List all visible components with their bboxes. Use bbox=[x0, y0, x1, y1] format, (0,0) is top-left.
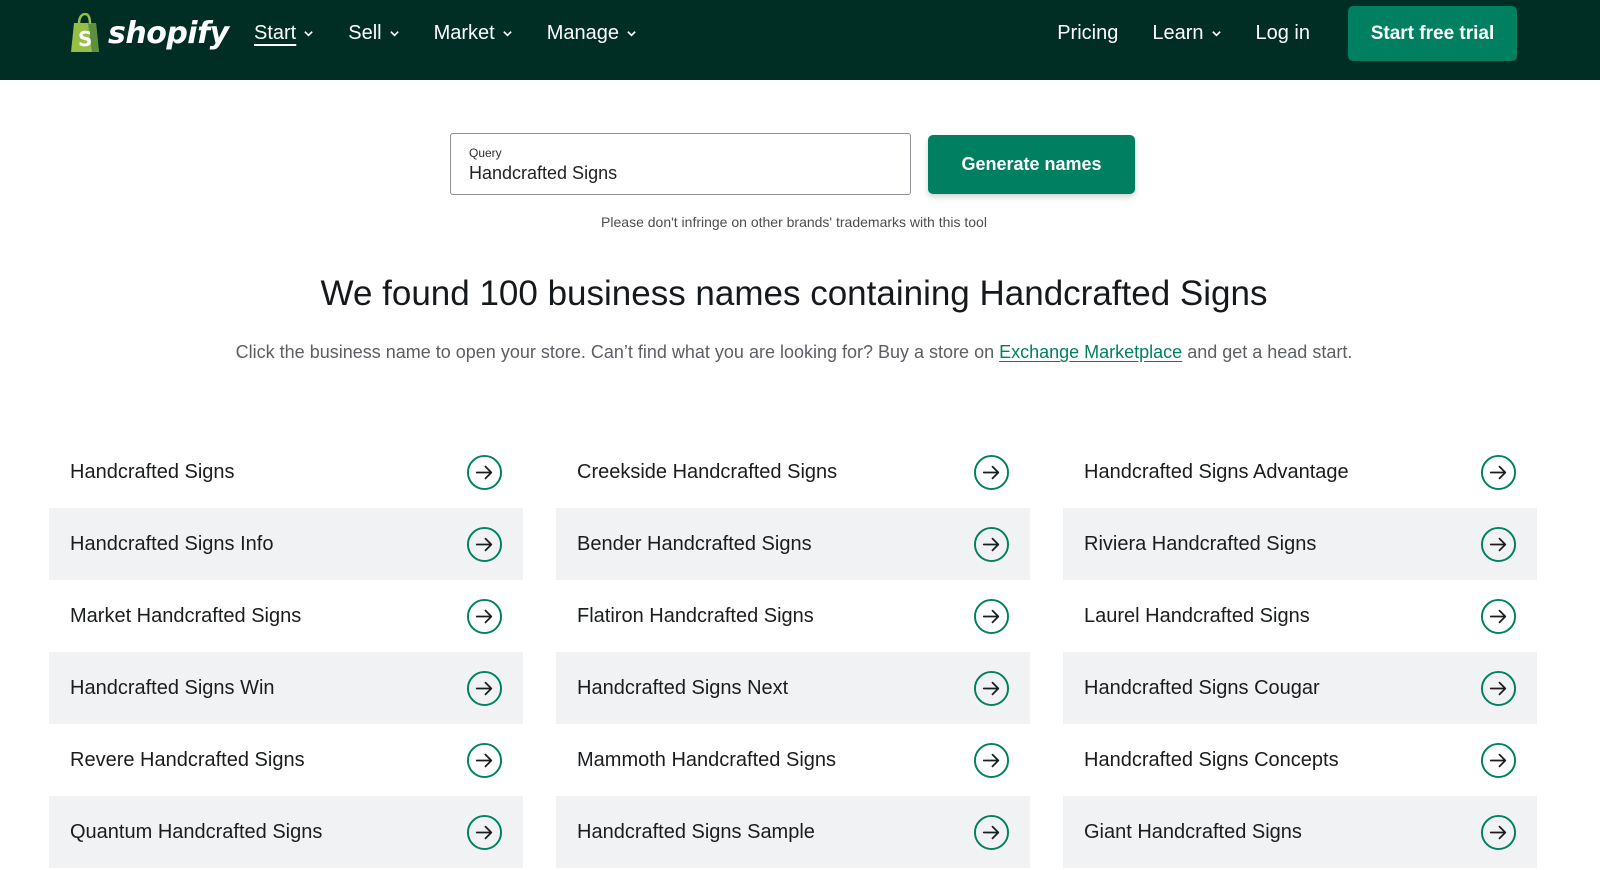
svg-text:S: S bbox=[78, 27, 92, 51]
primary-nav: Start Sell Market Manage bbox=[254, 0, 637, 66]
arrow-right-circle-icon bbox=[466, 670, 503, 706]
results-subline: Click the business name to open your sto… bbox=[0, 342, 1588, 363]
nav-start-label: Start bbox=[254, 21, 297, 44]
list-item[interactable]: Mammoth Handcrafted Signs bbox=[556, 724, 1030, 796]
list-item[interactable]: Handcrafted Signs Advantage bbox=[1063, 436, 1537, 508]
arrow-right-circle-icon bbox=[466, 814, 503, 850]
list-item[interactable]: Giant Handcrafted Signs bbox=[1063, 796, 1537, 868]
nav-sell[interactable]: Sell bbox=[348, 22, 399, 45]
arrow-right-circle-icon bbox=[973, 814, 1010, 850]
business-name: Giant Handcrafted Signs bbox=[1084, 820, 1302, 843]
business-name: Handcrafted Signs Concepts bbox=[1084, 748, 1339, 771]
nav-learn-label: Learn bbox=[1152, 21, 1204, 44]
list-item[interactable]: Market Handcrafted Signs bbox=[49, 580, 523, 652]
list-item[interactable]: Laurel Handcrafted Signs bbox=[1063, 580, 1537, 652]
list-item[interactable]: Handcrafted Signs bbox=[49, 436, 523, 508]
nav-start[interactable]: Start bbox=[254, 22, 314, 45]
arrow-right-circle-icon bbox=[1480, 742, 1517, 778]
arrow-right-circle-icon bbox=[1480, 814, 1517, 850]
shopping-bag-icon: S bbox=[71, 13, 99, 52]
start-free-trial-button[interactable]: Start free trial bbox=[1348, 6, 1517, 61]
list-item[interactable]: Handcrafted Signs Cougar bbox=[1063, 652, 1537, 724]
business-name: Mammoth Handcrafted Signs bbox=[577, 748, 837, 771]
arrow-right-circle-icon bbox=[1480, 670, 1517, 706]
business-name: Handcrafted Signs Sample bbox=[577, 820, 815, 843]
results-grid: Handcrafted Signs Creekside Handcrafted … bbox=[49, 436, 1538, 868]
query-field[interactable]: Query bbox=[450, 133, 911, 195]
business-name: Riviera Handcrafted Signs bbox=[1084, 532, 1317, 555]
nav-market-label: Market bbox=[433, 21, 495, 44]
list-item[interactable]: Handcrafted Signs Concepts bbox=[1063, 724, 1537, 796]
subline-text-before: Click the business name to open your sto… bbox=[235, 342, 1000, 362]
nav-pricing[interactable]: Pricing bbox=[1057, 22, 1118, 45]
arrow-right-circle-icon bbox=[973, 670, 1010, 706]
arrow-right-circle-icon bbox=[973, 598, 1010, 634]
list-item[interactable]: Quantum Handcrafted Signs bbox=[49, 796, 523, 868]
list-item[interactable]: Handcrafted Signs Win bbox=[49, 652, 523, 724]
logo-wordmark: shopify bbox=[108, 15, 229, 51]
secondary-nav: Pricing Learn Log in bbox=[1057, 0, 1310, 66]
list-item[interactable]: Bender Handcrafted Signs bbox=[556, 508, 1030, 580]
business-name: Handcrafted Signs Next bbox=[577, 676, 789, 699]
nav-login[interactable]: Log in bbox=[1256, 22, 1311, 45]
business-name: Bender Handcrafted Signs bbox=[577, 532, 812, 555]
results-headline: We found 100 business names containing H… bbox=[320, 274, 1268, 313]
subline-text-after: and get a head start. bbox=[1182, 342, 1353, 362]
nav-learn[interactable]: Learn bbox=[1152, 22, 1221, 45]
list-item[interactable]: Handcrafted Signs Info bbox=[49, 508, 523, 580]
business-name: Handcrafted Signs Win bbox=[70, 676, 275, 699]
business-name: Flatiron Handcrafted Signs bbox=[577, 604, 814, 627]
business-name: Handcrafted Signs Info bbox=[70, 532, 274, 555]
arrow-right-circle-icon bbox=[973, 454, 1010, 490]
list-item[interactable]: Creekside Handcrafted Signs bbox=[556, 436, 1030, 508]
business-name: Revere Handcrafted Signs bbox=[70, 748, 305, 771]
arrow-right-circle-icon bbox=[466, 598, 503, 634]
chevron-down-icon bbox=[627, 30, 636, 37]
arrow-right-circle-icon bbox=[466, 454, 503, 490]
arrow-right-circle-icon bbox=[973, 526, 1010, 562]
list-item[interactable]: Revere Handcrafted Signs bbox=[49, 724, 523, 796]
business-name: Quantum Handcrafted Signs bbox=[70, 820, 323, 843]
business-name: Handcrafted Signs bbox=[70, 460, 235, 483]
list-item[interactable]: Handcrafted Signs Sample bbox=[556, 796, 1030, 868]
exchange-marketplace-link[interactable]: Exchange Marketplace bbox=[999, 342, 1182, 362]
arrow-right-circle-icon bbox=[1480, 526, 1517, 562]
list-item[interactable]: Riviera Handcrafted Signs bbox=[1063, 508, 1537, 580]
arrow-right-circle-icon bbox=[1480, 454, 1517, 490]
chevron-down-icon bbox=[304, 30, 314, 37]
business-name: Market Handcrafted Signs bbox=[70, 604, 302, 627]
arrow-right-circle-icon bbox=[973, 742, 1010, 778]
nav-market[interactable]: Market bbox=[434, 22, 513, 45]
nav-sell-label: Sell bbox=[348, 21, 382, 44]
list-item[interactable]: Handcrafted Signs Next bbox=[556, 652, 1030, 724]
business-name: Laurel Handcrafted Signs bbox=[1084, 604, 1310, 627]
arrow-right-circle-icon bbox=[466, 742, 503, 778]
chevron-down-icon bbox=[502, 30, 512, 37]
generate-names-button[interactable]: Generate names bbox=[928, 135, 1135, 194]
business-name: Handcrafted Signs Cougar bbox=[1084, 676, 1320, 699]
query-input[interactable] bbox=[469, 163, 892, 184]
chevron-down-icon bbox=[1211, 30, 1221, 37]
nav-manage-label: Manage bbox=[546, 21, 620, 44]
arrow-right-circle-icon bbox=[466, 526, 503, 562]
business-name: Creekside Handcrafted Signs bbox=[577, 460, 838, 483]
arrow-right-circle-icon bbox=[1480, 598, 1517, 634]
top-nav: S shopify Start Sell Market Manage Prici… bbox=[0, 0, 1600, 80]
chevron-down-icon bbox=[389, 30, 399, 37]
shopify-logo[interactable]: S shopify bbox=[68, 12, 229, 54]
trademark-disclaimer: Please don't infringe on other brands' t… bbox=[601, 214, 987, 230]
list-item[interactable]: Flatiron Handcrafted Signs bbox=[556, 580, 1030, 652]
query-label: Query bbox=[469, 146, 502, 160]
business-name: Handcrafted Signs Advantage bbox=[1084, 460, 1349, 483]
nav-manage[interactable]: Manage bbox=[547, 22, 637, 45]
